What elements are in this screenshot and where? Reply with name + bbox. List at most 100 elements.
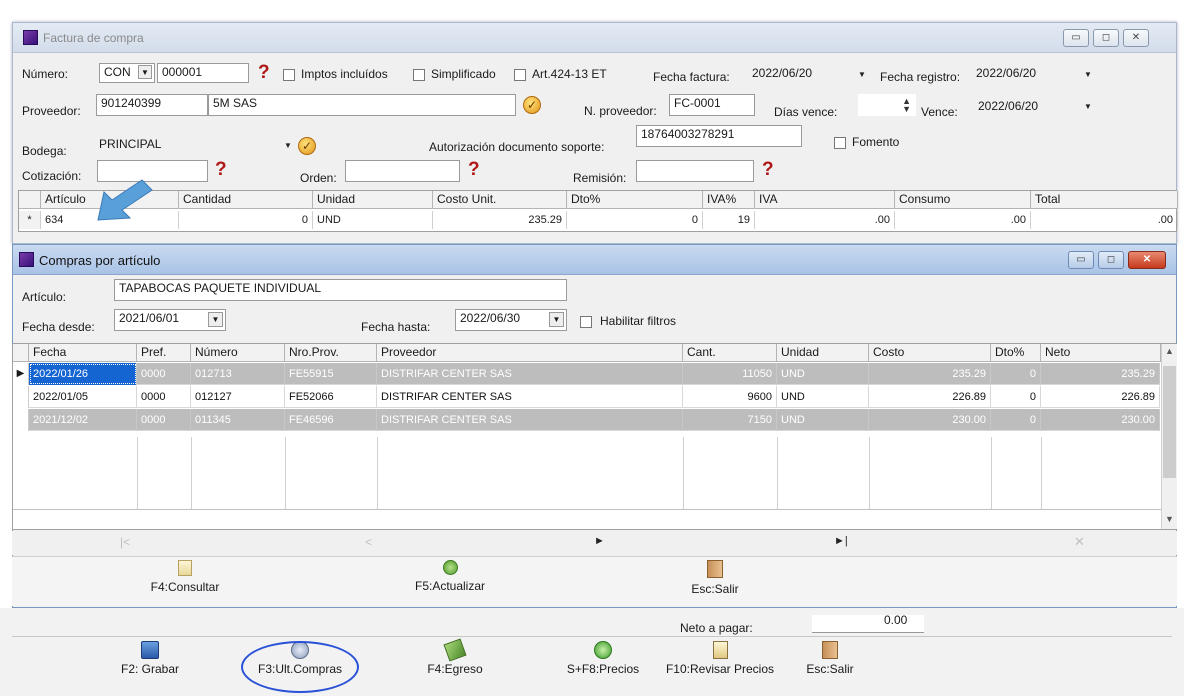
cell-pref[interactable]: 0000 <box>137 363 191 385</box>
minimize-button[interactable]: ▭ <box>1068 251 1094 269</box>
cell-proveedor[interactable]: DISTRIFAR CENTER SAS <box>377 409 683 431</box>
egreso-button[interactable]: F4:Egreso <box>400 638 510 676</box>
bodega-lookup-icon[interactable]: ✓ <box>298 137 316 155</box>
fecha-hasta-select[interactable]: 2022/06/30 ▼ <box>455 309 567 331</box>
numero-input[interactable]: 000001 <box>157 63 249 83</box>
autorizacion-input[interactable]: 18764003278291 <box>636 125 802 147</box>
numero-help-icon[interactable]: ? <box>258 63 270 82</box>
vence-field[interactable]: 2022/06/20 <box>978 99 1038 113</box>
minimize-button[interactable]: ▭ <box>1063 29 1089 47</box>
consultar-button[interactable]: F4:Consultar <box>130 560 240 594</box>
cancel-record-icon[interactable]: ✕ <box>1074 534 1085 550</box>
bodega-value[interactable]: PRINCIPAL <box>99 137 161 151</box>
simplificado-checkbox[interactable] <box>413 69 425 81</box>
cell-proveedor[interactable]: DISTRIFAR CENTER SAS <box>377 386 683 408</box>
cotizacion-help-icon[interactable]: ? <box>215 160 227 179</box>
cell-total[interactable]: .00 <box>1031 211 1178 229</box>
grid-header[interactable]: IVA% <box>703 191 755 209</box>
grid-header[interactable]: Neto <box>1041 344 1161 362</box>
table-row[interactable]: 2022/01/05 0000 012127 FE52066 DISTRIFAR CEN… <box>13 386 1160 408</box>
fecha-factura-dropdown-icon[interactable]: ▼ <box>858 70 866 79</box>
n-proveedor-input[interactable]: FC-0001 <box>669 94 755 116</box>
cell-consumo[interactable]: .00 <box>895 211 1031 229</box>
grid-header[interactable]: Costo Unit. <box>433 191 567 209</box>
bodega-dropdown-icon[interactable]: ▼ <box>284 141 292 150</box>
close-button[interactable]: ✕ <box>1128 251 1166 269</box>
proveedor-nombre-input[interactable]: 5M SAS <box>208 94 516 116</box>
cell-iva[interactable]: .00 <box>755 211 895 229</box>
maximize-button[interactable]: ◻ <box>1098 251 1124 269</box>
orden-input[interactable] <box>345 160 460 182</box>
cell-dto[interactable]: 0 <box>991 386 1041 408</box>
scroll-up-icon[interactable]: ▲ <box>1165 346 1174 356</box>
cell-cant[interactable]: 7150 <box>683 409 777 431</box>
next-record-icon[interactable]: ► <box>594 535 605 547</box>
grid-header[interactable]: Proveedor <box>377 344 683 362</box>
grid-header[interactable]: Cant. <box>683 344 777 362</box>
vence-dropdown-icon[interactable]: ▼ <box>1084 102 1092 111</box>
orden-help-icon[interactable]: ? <box>468 160 480 179</box>
cell-costo[interactable]: 235.29 <box>433 211 567 229</box>
cell-unidad[interactable]: UND <box>313 211 433 229</box>
cell-numero[interactable]: 012713 <box>191 363 285 385</box>
cell-unidad[interactable]: UND <box>777 409 869 431</box>
cell-cant[interactable]: 11050 <box>683 363 777 385</box>
grid-header[interactable]: Número <box>191 344 285 362</box>
revisar-precios-button[interactable]: F10:Revisar Precios <box>650 641 790 676</box>
actualizar-button[interactable]: F5:Actualizar <box>395 560 505 593</box>
cell-dto[interactable]: 0 <box>991 363 1041 385</box>
numero-prefix-select[interactable]: CON ▼ <box>99 63 155 83</box>
fomento-checkbox[interactable] <box>834 137 846 149</box>
table-row[interactable]: ▶ 2022/01/26 0000 012713 FE55915 DISTRIFAR CE… <box>13 363 1160 385</box>
cell-neto[interactable]: 226.89 <box>1041 386 1160 408</box>
articulo-input[interactable]: TAPABOCAS PAQUETE INDIVIDUAL <box>114 279 567 301</box>
scroll-down-icon[interactable]: ▼ <box>1165 514 1174 524</box>
grid-header[interactable]: Total <box>1031 191 1178 209</box>
cell-dto[interactable]: 0 <box>567 211 703 229</box>
cell-neto[interactable]: 230.00 <box>1041 409 1160 431</box>
grid-header[interactable]: IVA <box>755 191 895 209</box>
prev-record-icon[interactable]: < <box>365 535 372 549</box>
fecha-desde-select[interactable]: 2021/06/01 ▼ <box>114 309 226 331</box>
grid-header[interactable]: Costo <box>869 344 991 362</box>
precios-button[interactable]: S+F8:Precios <box>548 641 658 676</box>
remision-input[interactable] <box>636 160 754 182</box>
grid-header[interactable]: Unidad <box>313 191 433 209</box>
cell-fecha[interactable]: 2021/12/02 <box>29 409 137 431</box>
grid-header[interactable]: Consumo <box>895 191 1031 209</box>
cell-pref[interactable]: 0000 <box>137 386 191 408</box>
imptos-checkbox[interactable] <box>283 69 295 81</box>
footer-salir-button[interactable]: Esc:Salir <box>785 641 875 676</box>
cell-cant[interactable]: 9600 <box>683 386 777 408</box>
cell-unidad[interactable]: UND <box>777 386 869 408</box>
grid-header[interactable]: Unidad <box>777 344 869 362</box>
cell-pref[interactable]: 0000 <box>137 409 191 431</box>
proveedor-lookup-icon[interactable]: ✓ <box>523 96 541 114</box>
cell-dto[interactable]: 0 <box>991 409 1041 431</box>
fecha-factura-field[interactable]: 2022/06/20 <box>752 66 812 80</box>
cell-proveedor[interactable]: DISTRIFAR CENTER SAS <box>377 363 683 385</box>
habilitar-filtros-checkbox[interactable] <box>580 316 592 328</box>
scrollbar-thumb[interactable] <box>1163 366 1176 478</box>
first-record-icon[interactable]: |< <box>120 535 130 549</box>
cell-costo[interactable]: 230.00 <box>869 409 991 431</box>
cell-nroprov[interactable]: FE46596 <box>285 409 377 431</box>
cell-costo[interactable]: 235.29 <box>869 363 991 385</box>
grabar-button[interactable]: F2: Grabar <box>95 641 205 676</box>
cell-nroprov[interactable]: FE55915 <box>285 363 377 385</box>
vertical-scrollbar[interactable]: ▲ ▼ <box>1161 344 1177 529</box>
cell-unidad[interactable]: UND <box>777 363 869 385</box>
close-button[interactable]: ✕ <box>1123 29 1149 47</box>
cell-nroprov[interactable]: FE52066 <box>285 386 377 408</box>
table-row[interactable]: 2021/12/02 0000 011345 FE46596 DISTRIFAR CEN… <box>13 409 1160 431</box>
maximize-button[interactable]: ◻ <box>1093 29 1119 47</box>
cell-costo[interactable]: 226.89 <box>869 386 991 408</box>
cell-fecha[interactable]: 2022/01/05 <box>29 386 137 408</box>
grid-header[interactable]: Nro.Prov. <box>285 344 377 362</box>
cell-numero[interactable]: 012127 <box>191 386 285 408</box>
dias-vence-input[interactable]: ▲ ▼ <box>858 94 916 116</box>
grid-header[interactable]: Dto% <box>567 191 703 209</box>
fecha-registro-field[interactable]: 2022/06/20 <box>976 66 1036 80</box>
fecha-registro-dropdown-icon[interactable]: ▼ <box>1084 70 1092 79</box>
salir-button[interactable]: Esc:Salir <box>660 560 770 596</box>
